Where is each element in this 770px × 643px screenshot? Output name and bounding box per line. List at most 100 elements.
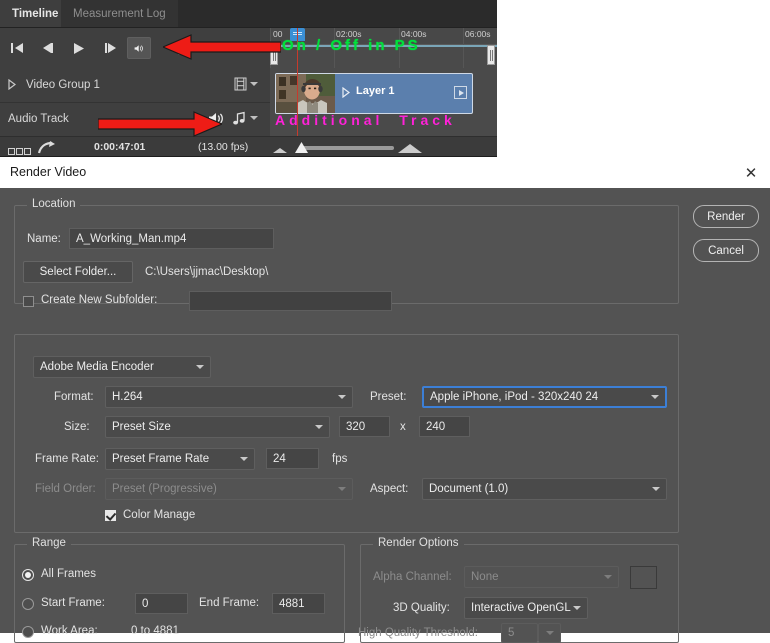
format-label: Format: (54, 391, 94, 403)
format-value: H.264 (112, 391, 143, 403)
chevron-down-icon (338, 395, 346, 399)
color-manage-label: Color Manage (123, 509, 196, 521)
chevron-down-icon (240, 457, 248, 461)
chevron-down-icon (652, 487, 660, 491)
select-folder-button[interactable]: Select Folder... (23, 261, 133, 283)
fps-input[interactable]: 24 (266, 448, 319, 469)
clip-disclosure-icon[interactable] (342, 86, 350, 101)
field-order-label: Field Order: (35, 483, 96, 495)
work-area-value: 0 to 4881 (131, 625, 179, 637)
annotation-arrow-audio (98, 111, 222, 137)
next-frame-icon[interactable] (99, 37, 121, 59)
chevron-down-icon (604, 575, 612, 579)
location-group-title: Location (27, 198, 81, 210)
ruler-tickline (463, 28, 464, 68)
timeline-panel: Timeline Measurement Log Video Group 1 A… (0, 0, 497, 157)
chevron-down-icon (196, 365, 204, 369)
encoder-engine-select[interactable]: Adobe Media Encoder (33, 356, 211, 378)
size-value: Preset Size (112, 421, 171, 433)
aspect-value: Document (1.0) (429, 483, 509, 495)
cancel-button[interactable]: Cancel (693, 239, 759, 262)
size-label: Size: (64, 421, 90, 433)
work-area-end-handle[interactable] (487, 45, 495, 65)
close-icon[interactable]: ✕ (740, 163, 762, 183)
play-icon[interactable] (68, 37, 90, 59)
clip-play-icon[interactable] (454, 86, 467, 99)
range-work-area-radio[interactable] (22, 626, 34, 638)
zoom-in-icon[interactable] (398, 144, 422, 153)
annotation-arrow-top (163, 34, 281, 60)
chevron-down-icon (338, 487, 346, 491)
width-input[interactable]: 320 (339, 416, 390, 437)
track-label-audio: Audio Track (8, 113, 69, 125)
zoom-out-icon[interactable] (273, 148, 287, 153)
go-to-first-frame-icon[interactable] (6, 37, 28, 59)
frame-rate-value: Preset Frame Rate (112, 453, 210, 465)
status-timecode: 0:00:47:01 (94, 141, 146, 153)
dialog-title: Render Video (10, 165, 87, 179)
zoom-slider-track[interactable] (302, 146, 394, 150)
tab-timeline[interactable]: Timeline (0, 0, 71, 28)
end-frame-input[interactable]: 4881 (272, 593, 325, 614)
audio-menu-caret-icon[interactable] (250, 116, 258, 120)
tab-bar-filler (161, 0, 497, 28)
hq-threshold-input: 5 (501, 623, 538, 643)
all-frames-label: All Frames (41, 568, 96, 580)
chevron-down-icon (546, 631, 554, 635)
clip-label: Layer 1 (356, 85, 395, 97)
create-subfolder-checkbox[interactable] (23, 296, 34, 307)
3d-quality-value: Interactive OpenGL (471, 602, 571, 614)
range-start-frame-radio[interactable] (22, 598, 34, 610)
create-subfolder-label: Create New Subfolder: (41, 294, 158, 306)
height-input[interactable]: 240 (419, 416, 470, 437)
alpha-channel-value: None (471, 571, 499, 583)
ruler-tick-label: 06:00s (465, 29, 491, 39)
chevron-down-icon (315, 425, 323, 429)
audio-mute-icon[interactable] (127, 37, 151, 59)
video-group-menu-caret-icon[interactable] (250, 82, 258, 86)
track-row-video-group[interactable]: Video Group 1 (0, 68, 270, 103)
tab-measurement-log[interactable]: Measurement Log (61, 0, 178, 28)
render-options-group-title: Render Options (373, 537, 464, 549)
frame-rate-label: Frame Rate: (35, 453, 99, 465)
file-name-input[interactable]: A_Working_Man.mp4 (69, 228, 274, 249)
subfolder-input[interactable] (189, 291, 392, 311)
color-manage-checkbox[interactable] (105, 510, 116, 521)
end-frame-label: End Frame: (199, 597, 260, 609)
film-strip-icon[interactable] (234, 77, 247, 94)
render-video-dialog: Render Video ✕ Render Cancel Location Na… (0, 157, 770, 643)
transition-arrow-icon[interactable] (37, 141, 56, 157)
folder-path-label: C:\Users\jjmac\Desktop\ (145, 266, 269, 278)
preset-select[interactable]: Apple iPhone, iPod - 320x240 24 (422, 386, 667, 408)
timeline-status-bar: 0:00:47:01 (13.00 fps) (0, 136, 497, 157)
start-frame-label: Start Frame: (41, 597, 105, 609)
preset-label: Preset: (370, 391, 407, 403)
clip-thumbnail (276, 74, 335, 113)
frame-rate-select[interactable]: Preset Frame Rate (105, 448, 255, 470)
alpha-color-swatch[interactable] (630, 566, 657, 589)
aspect-label: Aspect: (370, 483, 409, 495)
location-group: Location (14, 198, 679, 304)
aspect-select[interactable]: Document (1.0) (422, 478, 667, 500)
format-select[interactable]: H.264 (105, 386, 353, 408)
previous-frame-icon[interactable] (36, 37, 58, 59)
range-all-frames-radio[interactable] (22, 569, 34, 581)
field-order-select: Preset (Progressive) (105, 478, 353, 500)
work-area-label: Work Area: (41, 625, 98, 637)
music-note-icon[interactable] (232, 111, 247, 129)
size-separator-label: x (400, 421, 406, 433)
field-order-value: Preset (Progressive) (112, 483, 217, 495)
render-button[interactable]: Render (693, 205, 759, 228)
timeline-tab-bar: Timeline Measurement Log (0, 0, 497, 28)
annotation-on-off-text: On / Off in PS (282, 37, 421, 54)
3d-quality-select[interactable]: Interactive OpenGL (464, 597, 588, 619)
size-select[interactable]: Preset Size (105, 416, 330, 438)
dialog-title-bar[interactable]: Render Video ✕ (0, 157, 770, 188)
app-root: Timeline Measurement Log Video Group 1 A… (0, 0, 770, 643)
start-frame-input[interactable]: 0 (135, 593, 188, 614)
chevron-down-icon (573, 606, 581, 610)
disclosure-triangle-icon[interactable] (8, 78, 18, 91)
timeline-clip-layer-1[interactable]: Layer 1 (275, 73, 473, 114)
chevron-down-icon (651, 395, 659, 399)
encoder-engine-value: Adobe Media Encoder (40, 361, 154, 373)
